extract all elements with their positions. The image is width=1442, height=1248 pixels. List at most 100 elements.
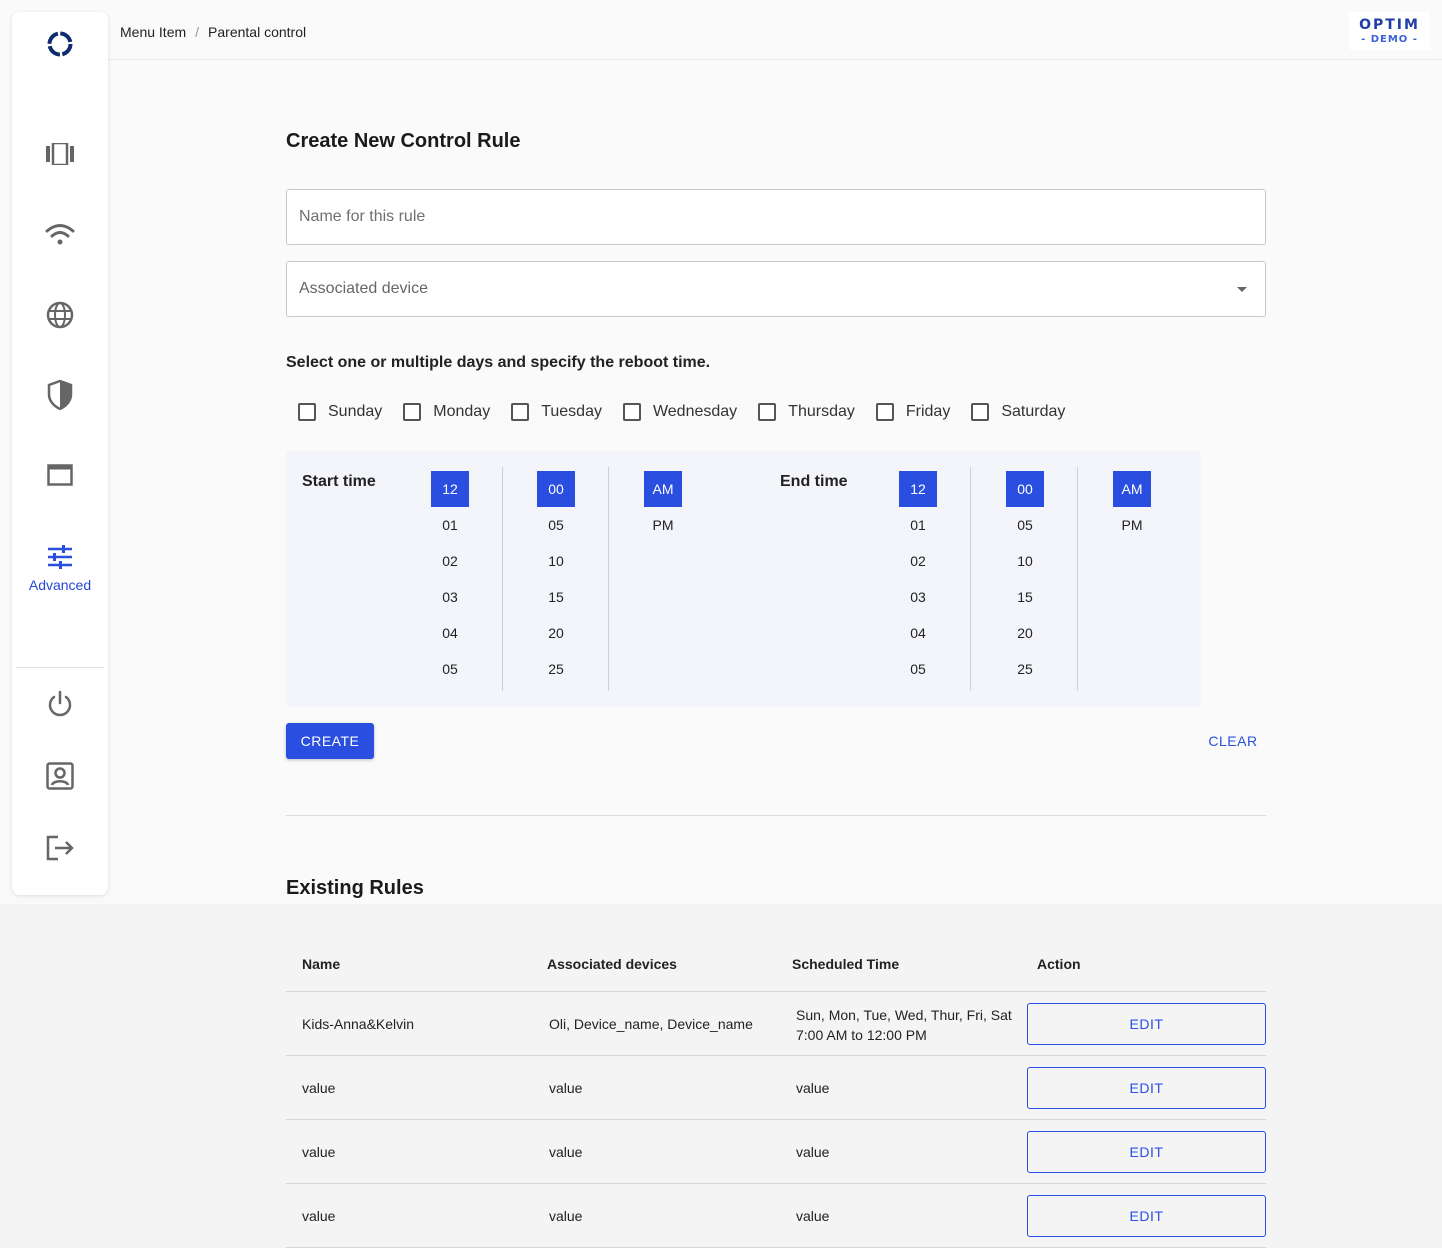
start-hour-column[interactable]: 12 01 02 03 04 05 <box>431 471 469 687</box>
sidebar-item-dashboard[interactable] <box>12 134 108 174</box>
start-minute-option[interactable]: 25 <box>537 651 575 687</box>
checkbox[interactable] <box>622 403 641 421</box>
rule-name-cell: value <box>302 1208 336 1224</box>
day-tuesday[interactable]: Tuesday <box>511 403 602 421</box>
sidebar-item-internet[interactable] <box>12 295 108 335</box>
start-minute-option[interactable]: 20 <box>537 615 575 651</box>
start-minute-option[interactable]: 10 <box>537 543 575 579</box>
end-minute-option[interactable]: 25 <box>1006 651 1044 687</box>
end-ampm-column[interactable]: AM PM <box>1113 471 1151 543</box>
day-wednesday[interactable]: Wednesday <box>622 403 737 421</box>
start-minute-option[interactable]: 15 <box>537 579 575 615</box>
sidebar-item-logout[interactable] <box>12 828 108 868</box>
end-minute-option[interactable]: 00 <box>1006 471 1044 507</box>
day-monday[interactable]: Monday <box>403 403 490 421</box>
column-header-devices: Associated devices <box>547 956 677 972</box>
chevron-down-icon[interactable] <box>1237 287 1247 292</box>
rule-name-cell: value <box>302 1144 336 1160</box>
start-hour-option[interactable]: 02 <box>431 543 469 579</box>
start-minute-option[interactable]: 05 <box>537 507 575 543</box>
start-minute-option[interactable]: 00 <box>537 471 575 507</box>
rule-name-input[interactable] <box>299 190 1239 244</box>
start-time-label: Start time <box>302 473 376 490</box>
checkbox[interactable] <box>758 403 777 421</box>
edit-button[interactable]: EDIT <box>1027 1131 1266 1173</box>
end-minute-option[interactable]: 10 <box>1006 543 1044 579</box>
day-label: Saturday <box>1001 403 1066 420</box>
start-hour-option[interactable]: 03 <box>431 579 469 615</box>
sidebar-item-power[interactable] <box>12 684 108 724</box>
edit-button[interactable]: EDIT <box>1027 1003 1266 1045</box>
sidebar-item-account[interactable] <box>12 756 108 796</box>
start-ampm-column[interactable]: AM PM <box>644 471 682 543</box>
start-minute-column[interactable]: 00 05 10 15 20 25 <box>537 471 575 687</box>
end-hour-option[interactable]: 02 <box>899 543 937 579</box>
end-hour-option[interactable]: 03 <box>899 579 937 615</box>
start-ampm-option[interactable]: PM <box>644 507 682 543</box>
sidebar-logo[interactable] <box>12 24 108 64</box>
checkbox[interactable] <box>403 403 422 421</box>
rule-name-cell: value <box>302 1080 336 1096</box>
day-label: Tuesday <box>541 403 602 420</box>
breadcrumb-item-menu[interactable]: Menu Item <box>120 24 186 40</box>
end-minute-option[interactable]: 05 <box>1006 507 1044 543</box>
table-header: Name Associated devices Scheduled Time A… <box>286 936 1266 992</box>
sidebar-divider <box>16 667 104 668</box>
rule-name-field[interactable] <box>286 189 1266 245</box>
rule-time-cell: value <box>796 1144 830 1160</box>
logout-icon <box>46 835 74 861</box>
rule-time-cell: value <box>796 1208 830 1224</box>
shield-icon <box>47 380 73 410</box>
breadcrumb: Menu Item / Parental control <box>120 24 306 40</box>
create-button[interactable]: CREATE <box>286 723 374 759</box>
rule-name-cell: Kids-Anna&Kelvin <box>302 1016 415 1032</box>
sidebar-item-window[interactable] <box>12 455 108 495</box>
end-minute-column[interactable]: 00 05 10 15 20 25 <box>1006 471 1044 687</box>
checkbox[interactable] <box>875 403 894 421</box>
table-row: value value value EDIT <box>286 1184 1266 1248</box>
rule-hours-text: 7:00 AM to 12:00 PM <box>796 1027 927 1043</box>
edit-button[interactable]: EDIT <box>1027 1195 1266 1237</box>
end-ampm-option[interactable]: PM <box>1113 507 1151 543</box>
column-header-time: Scheduled Time <box>792 956 900 972</box>
end-minute-option[interactable]: 15 <box>1006 579 1044 615</box>
end-hour-option[interactable]: 12 <box>899 471 937 507</box>
checkbox[interactable] <box>511 403 530 421</box>
breadcrumb-separator: / <box>195 24 200 40</box>
breadcrumb-item-current: Parental control <box>208 24 307 40</box>
end-hour-option[interactable]: 04 <box>899 615 937 651</box>
checkbox[interactable] <box>298 403 316 421</box>
associated-device-placeholder: Associated device <box>299 280 428 297</box>
end-ampm-option[interactable]: AM <box>1113 471 1151 507</box>
start-hour-option[interactable]: 01 <box>431 507 469 543</box>
day-checkboxes: Sunday Monday Tuesday Wednesday Thursday… <box>298 403 1086 421</box>
associated-device-select[interactable]: Associated device <box>286 261 1266 317</box>
end-hour-option[interactable]: 05 <box>899 651 937 687</box>
logo-subtext: - DEMO - <box>1361 34 1418 45</box>
day-saturday[interactable]: Saturday <box>971 403 1065 421</box>
day-label: Monday <box>433 403 491 420</box>
day-sunday[interactable]: Sunday <box>298 403 382 421</box>
start-hour-option[interactable]: 05 <box>431 651 469 687</box>
rule-devices-cell: value <box>549 1080 583 1096</box>
end-hour-column[interactable]: 12 01 02 03 04 05 <box>899 471 937 687</box>
end-hour-option[interactable]: 01 <box>899 507 937 543</box>
sidebar-item-wifi[interactable] <box>12 214 108 254</box>
day-friday[interactable]: Friday <box>875 403 950 421</box>
column-divider <box>502 467 503 691</box>
window-icon <box>47 464 73 486</box>
day-label: Thursday <box>788 403 855 420</box>
checkbox[interactable] <box>971 403 990 421</box>
clear-button[interactable]: CLEAR <box>1196 723 1270 759</box>
edit-button[interactable]: EDIT <box>1027 1067 1266 1109</box>
sidebar-item-security[interactable] <box>12 375 108 415</box>
end-minute-option[interactable]: 20 <box>1006 615 1044 651</box>
time-picker-panel: Start time 12 01 02 03 04 05 00 05 10 15… <box>286 451 1201 707</box>
start-hour-option[interactable]: 04 <box>431 615 469 651</box>
start-hour-option[interactable]: 12 <box>431 471 469 507</box>
rule-time-cell: Sun, Mon, Tue, Wed, Thur, Fri, Sat 7:00 … <box>796 1005 1012 1045</box>
start-ampm-option[interactable]: AM <box>644 471 682 507</box>
rules-table: Name Associated devices Scheduled Time A… <box>286 936 1266 1248</box>
sidebar-item-advanced[interactable]: Advanced <box>12 539 108 599</box>
day-thursday[interactable]: Thursday <box>758 403 855 421</box>
